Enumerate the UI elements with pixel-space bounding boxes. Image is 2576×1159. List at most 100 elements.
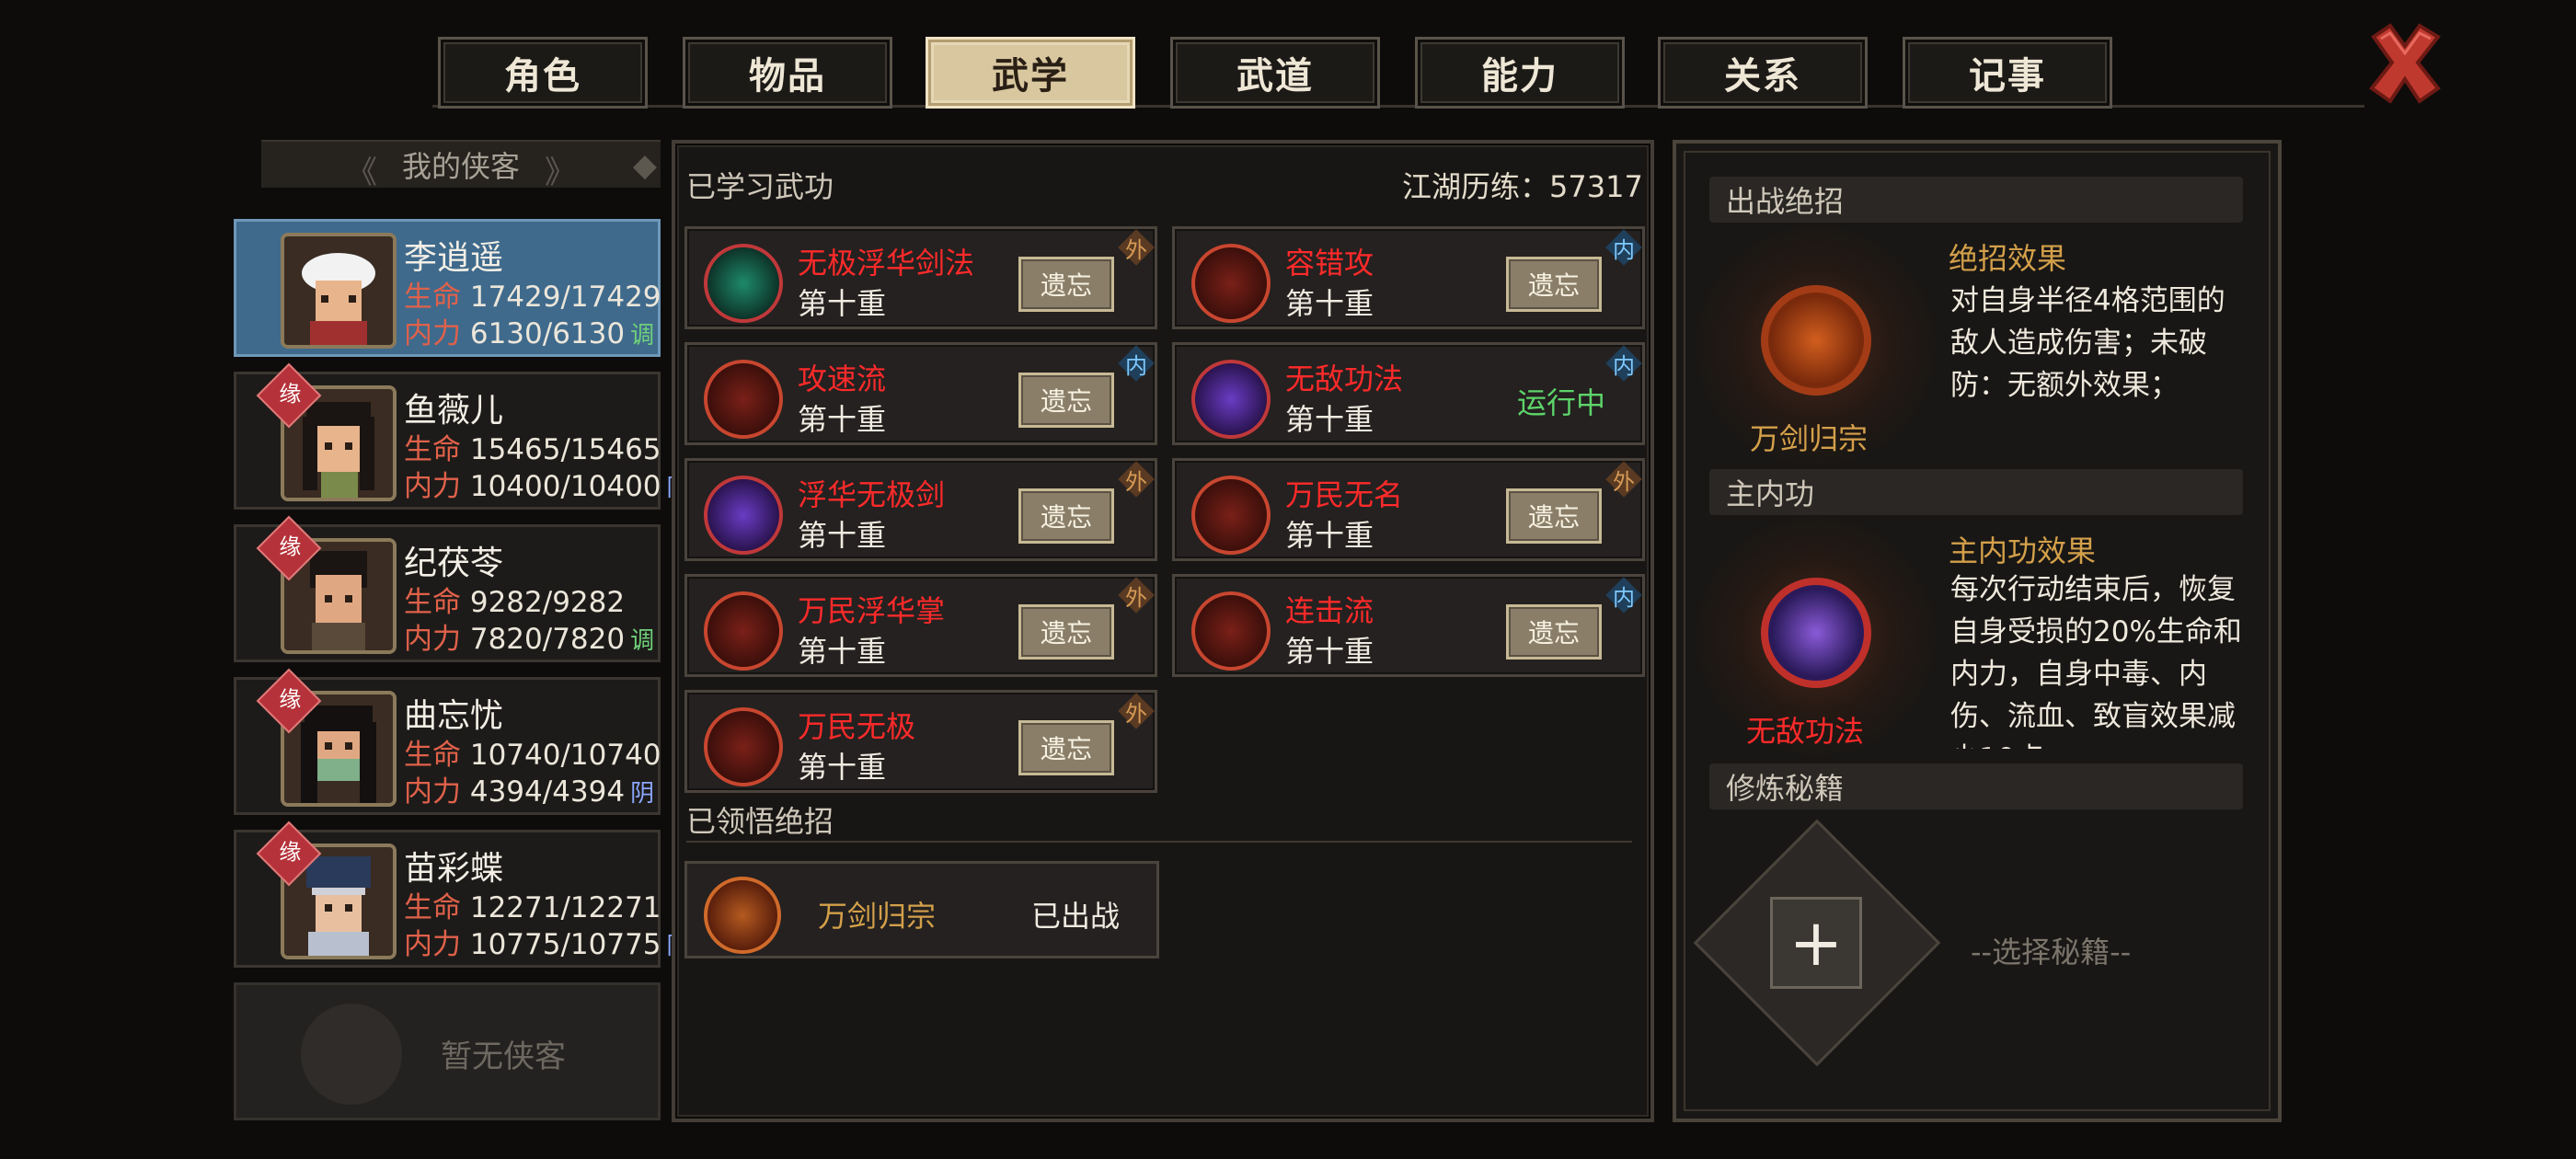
skill-level: 第十重 [1285, 634, 1374, 669]
hero-hp: 生命 15465/15465 [404, 433, 661, 466]
inner-effect-text: 每次行动结束后，恢复自身受损的20%生命和内力，自身中毒、内伤、流血、致盲效果减… [1950, 573, 2242, 749]
tab-relations[interactable]: 关系 [1658, 37, 1868, 109]
hero-mp: 内力 4394/4394 阴 [404, 775, 655, 809]
empty-hero-label: 暂无侠客 [441, 1039, 566, 1075]
type-badge: 外 [1116, 691, 1156, 731]
hero-name: 曲忘忧 [404, 697, 504, 735]
close-x-icon[interactable] [2361, 18, 2449, 107]
hero-name: 鱼薇儿 [404, 392, 504, 430]
sword-aura-icon [704, 244, 783, 323]
chevron-right-icon[interactable]: 》 [545, 147, 576, 192]
skill-slot[interactable]: 无敌功法 第十重 运行中 内 [1172, 342, 1645, 445]
fire-burst-icon [1191, 591, 1271, 671]
hero-tag: 调 [630, 322, 655, 350]
type-badge: 外 [1604, 459, 1644, 499]
skill-name: 无敌功法 [1285, 361, 1404, 396]
empty-hero-slot: 暂无侠客 [234, 982, 661, 1120]
skill-slot[interactable]: 万民无名 第十重 遗忘 外 [1172, 458, 1645, 561]
skill-level: 第十重 [1285, 402, 1374, 437]
fire-ring-icon [1191, 244, 1271, 323]
purple-pillar-icon [1191, 360, 1271, 439]
crossed-flowers-icon [1191, 476, 1271, 555]
skill-slot[interactable]: 无极浮华剑法 第十重 遗忘 外 [684, 226, 1157, 329]
expand-diamond-icon[interactable]: ◆ [633, 147, 657, 184]
ultimate-status: 已出战 [1031, 899, 1121, 934]
battle-ultimate-header: 出战绝招 [1709, 177, 2243, 223]
hero-hp: 生命 9282/9282 [404, 586, 626, 619]
skill-slot[interactable]: 万民无极 第十重 遗忘 外 [684, 690, 1157, 793]
ultimate-section-title: 已领悟绝招 [686, 804, 834, 839]
skill-slot[interactable]: 攻速流 第十重 遗忘 内 [684, 342, 1157, 445]
inner-effect-title: 主内功效果 [1949, 534, 2097, 568]
battle-effect-title: 绝招效果 [1949, 241, 2067, 276]
skill-slot[interactable]: 浮华无极剑 第十重 遗忘 外 [684, 458, 1157, 561]
chevron-left-icon[interactable]: 《 [346, 147, 377, 192]
skill-slot[interactable]: 连击流 第十重 遗忘 内 [1172, 574, 1645, 677]
skill-level: 第十重 [798, 286, 887, 321]
type-badge: 内 [1604, 227, 1644, 268]
type-badge: 内 [1604, 575, 1644, 615]
hero-card[interactable]: 李逍遥 生命 17429/17429 内力 6130/6130 调 [234, 219, 661, 357]
main-inner-header: 主内功 [1709, 469, 2243, 515]
skill-level: 第十重 [1285, 286, 1374, 321]
hero-name: 纪茯苓 [404, 545, 504, 582]
skill-name: 无极浮华剑法 [798, 246, 975, 281]
hero-card[interactable]: 缘 纪茯苓 生命 9282/9282 内力 7820/7820 调 [234, 515, 661, 662]
forget-button[interactable]: 遗忘 [1018, 257, 1114, 312]
roster-header: 《 我的侠客 》 ◆ [261, 140, 661, 191]
sword-rain-medal-icon[interactable] [1761, 285, 1871, 396]
forget-button[interactable]: 遗忘 [1018, 720, 1114, 775]
ultimate-slot[interactable]: 万剑归宗 已出战 [684, 861, 1159, 958]
skill-name: 浮华无极剑 [798, 477, 946, 512]
type-badge: 外 [1116, 227, 1156, 268]
skill-name: 万民无极 [798, 709, 916, 744]
tab-journal[interactable]: 记事 [1903, 37, 2112, 109]
skill-name: 容错攻 [1285, 246, 1374, 281]
hero-name: 李逍遥 [404, 239, 504, 277]
skill-level: 第十重 [798, 750, 887, 785]
tab-abilities[interactable]: 能力 [1415, 37, 1625, 109]
hero-mp: 内力 6130/6130 调 [404, 317, 655, 350]
roster-title: 我的侠客 [401, 149, 520, 184]
hero-mp: 内力 10400/10400阴 [404, 463, 691, 504]
hero-hp: 生命 17429/17429 [404, 281, 661, 314]
forget-button[interactable]: 遗忘 [1018, 488, 1114, 544]
skill-name: 攻速流 [798, 361, 887, 396]
purple-pillar-medal-icon[interactable] [1761, 578, 1871, 688]
skill-level: 第十重 [798, 518, 887, 553]
tab-role[interactable]: 角色 [438, 37, 648, 109]
hero-card[interactable]: 缘 鱼薇儿 生命 15465/15465 内力 10400/10400阴 [234, 362, 691, 510]
skill-name: 万民无名 [1285, 477, 1404, 512]
hero-portrait [281, 233, 397, 349]
learned-skills-title: 已学习武功 [686, 169, 834, 204]
skill-level: 第十重 [1285, 518, 1374, 553]
section-divider [686, 841, 1632, 843]
tab-martial-way[interactable]: 武道 [1170, 37, 1380, 109]
type-badge: 内 [1116, 343, 1156, 384]
skill-level: 第十重 [798, 634, 887, 669]
select-manual-label[interactable]: --选择秘籍-- [1971, 929, 2131, 971]
skill-slot[interactable]: 万民浮华掌 第十重 遗忘 外 [684, 574, 1157, 677]
hero-card[interactable]: 缘 曲忘忧 生命 10740/10740 内力 4394/4394 阴 [234, 668, 661, 815]
forget-button[interactable]: 遗忘 [1018, 604, 1114, 660]
type-badge: 外 [1116, 575, 1156, 615]
add-manual-button[interactable]: + [1770, 897, 1862, 989]
forget-button[interactable]: 遗忘 [1506, 257, 1602, 312]
skill-name: 连击流 [1285, 593, 1374, 628]
sword-rain-icon [704, 877, 781, 954]
hero-name: 苗彩蝶 [404, 850, 504, 888]
tab-items[interactable]: 物品 [683, 37, 892, 109]
forget-button[interactable]: 遗忘 [1506, 488, 1602, 544]
crossed-flowers-icon [704, 591, 783, 671]
hero-tag: 阴 [630, 780, 655, 808]
crossed-flowers-icon [704, 707, 783, 786]
inner-medal-name: 无敌功法 [1746, 714, 1865, 749]
forget-button[interactable]: 遗忘 [1018, 373, 1114, 428]
running-status: 运行中 [1516, 385, 1605, 420]
hero-card[interactable]: 缘 苗彩蝶 生命 12271/12271 内力 10775/10775阴 [234, 820, 691, 968]
hero-hp: 生命 12271/12271 [404, 891, 661, 924]
forget-button[interactable]: 遗忘 [1506, 604, 1602, 660]
tab-martial-arts[interactable]: 武学 [926, 37, 1135, 109]
blade-slash-icon [704, 476, 783, 555]
skill-slot[interactable]: 容错攻 第十重 遗忘 内 [1172, 226, 1645, 329]
